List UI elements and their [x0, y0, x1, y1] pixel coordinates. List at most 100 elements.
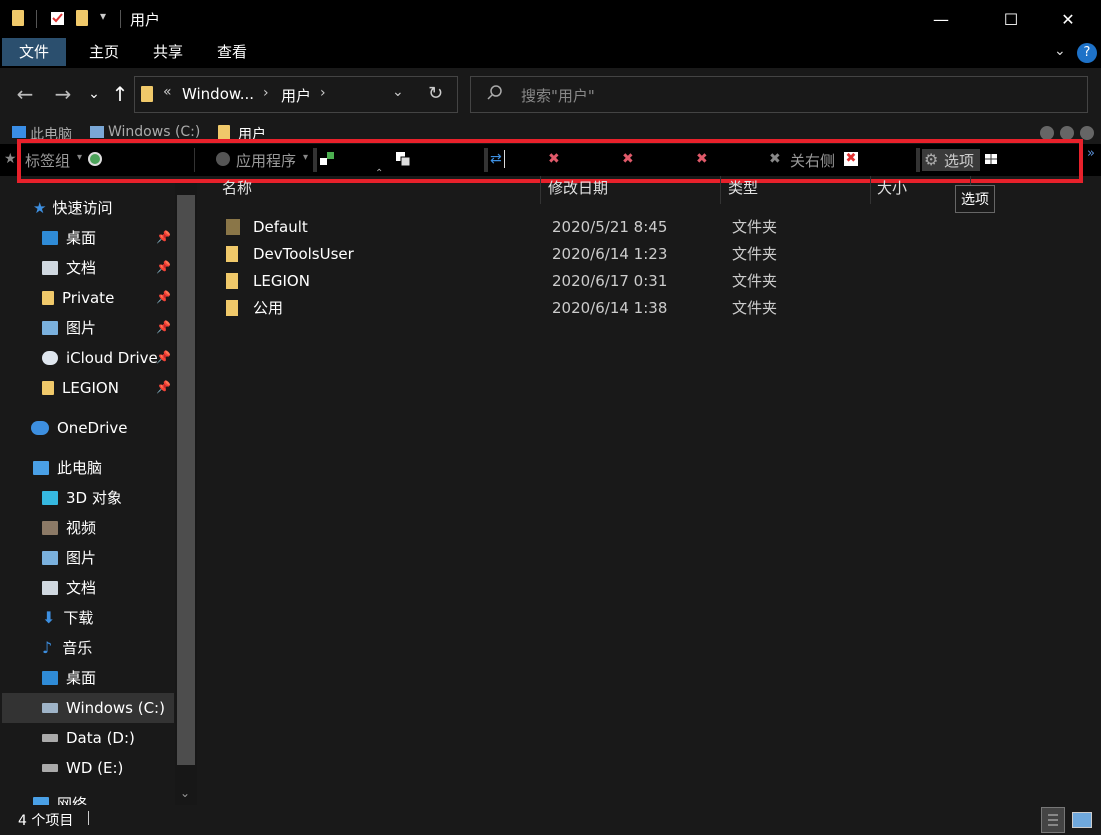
- pin-icon[interactable]: 📌: [156, 350, 171, 364]
- sidebar-item-icloud-drive[interactable]: iCloud Drive: [42, 343, 158, 373]
- breadcrumb-users[interactable]: 用户: [281, 85, 311, 106]
- sidebar-item-label: 视频: [66, 519, 97, 537]
- network-icon: [33, 797, 49, 805]
- address-dropdown-icon[interactable]: ⌄: [392, 84, 404, 100]
- refresh-icon[interactable]: ↻: [428, 83, 443, 104]
- column-date[interactable]: 修改日期: [548, 177, 608, 198]
- maximize-button[interactable]: ☐: [988, 0, 1034, 38]
- scrollbar-thumb[interactable]: [177, 195, 195, 765]
- details-view-icon[interactable]: [1041, 807, 1065, 833]
- table-row[interactable]: Default 2020/5/21 8:45 文件夹: [222, 214, 777, 241]
- item-count: 4 个项目: [18, 813, 74, 829]
- sidebar-item-wd-e[interactable]: WD (E:): [42, 753, 123, 783]
- sidebar-item-videos[interactable]: 视频: [42, 513, 96, 543]
- toolbar-overflow-button[interactable]: »: [1087, 146, 1095, 161]
- column-name[interactable]: 名称: [222, 177, 252, 198]
- folder-icon: [226, 219, 240, 235]
- status-bar: [0, 805, 1101, 835]
- divider: [120, 10, 121, 28]
- scroll-down-icon[interactable]: ⌄: [180, 786, 190, 800]
- column-separator[interactable]: [720, 176, 721, 204]
- pin-icon[interactable]: 📌: [156, 380, 171, 394]
- sidebar-item-data-d[interactable]: Data (D:): [42, 723, 135, 753]
- column-type[interactable]: 类型: [728, 177, 758, 198]
- scroll-left-icon[interactable]: [1040, 126, 1054, 140]
- sidebar-item-3d-objects[interactable]: 3D 对象: [42, 483, 122, 513]
- desktop-icon: [42, 231, 58, 245]
- tab-view[interactable]: 查看: [200, 38, 264, 66]
- folder-icon: [141, 86, 153, 102]
- column-separator[interactable]: [540, 176, 541, 204]
- file-type: 文件夹: [732, 272, 778, 290]
- quick-access-dropdown-icon[interactable]: ▾: [100, 9, 106, 23]
- navigation-pane: ★ 快速访问 桌面 📌 文档 📌 Private 📌 图片 📌 iCloud D…: [0, 183, 195, 805]
- properties-icon[interactable]: [50, 10, 64, 26]
- sidebar-item-documents-pc[interactable]: 文档: [42, 573, 96, 603]
- document-icon: [42, 261, 58, 275]
- tab-windows-c[interactable]: Windows (C:): [108, 124, 200, 140]
- pictures-icon: [42, 551, 58, 565]
- sidebar-item-pictures-pc[interactable]: 图片: [42, 543, 96, 573]
- sidebar-item-private[interactable]: Private: [42, 283, 114, 313]
- pin-icon[interactable]: 📌: [156, 230, 171, 244]
- scroll-right-icon[interactable]: [1060, 126, 1074, 140]
- large-icons-view-icon[interactable]: [1072, 812, 1092, 828]
- sidebar-item-music[interactable]: ♪ 音乐: [42, 633, 92, 663]
- back-arrow-icon[interactable]: ←: [11, 80, 39, 108]
- search-input[interactable]: 搜索"用户": [521, 85, 595, 106]
- close-tab-icon[interactable]: [1080, 126, 1094, 140]
- sidebar-item-windows-c[interactable]: Windows (C:): [42, 693, 165, 723]
- tab-file[interactable]: 文件: [2, 38, 67, 66]
- pin-icon[interactable]: 📌: [156, 320, 171, 334]
- table-row[interactable]: 公用 2020/6/14 1:38 文件夹: [222, 295, 777, 322]
- sidebar-item-label: 音乐: [62, 639, 93, 657]
- drive-icon: [42, 703, 58, 713]
- tab-share[interactable]: 共享: [136, 38, 200, 66]
- ribbon-expand-icon[interactable]: ⌄: [1054, 43, 1066, 59]
- sidebar-item-legion[interactable]: LEGION: [42, 373, 119, 403]
- star-icon[interactable]: ★: [4, 151, 17, 167]
- file-date: 2020/5/21 8:45: [552, 218, 668, 236]
- sidebar-item-this-pc[interactable]: 此电脑: [33, 453, 102, 483]
- new-folder-icon[interactable]: [76, 10, 90, 26]
- help-icon[interactable]: ?: [1077, 43, 1097, 63]
- sidebar-item-desktop-pc[interactable]: 桌面: [42, 663, 96, 693]
- pin-icon[interactable]: 📌: [156, 260, 171, 274]
- breadcrumb-windows[interactable]: Window...: [182, 85, 254, 103]
- chevron-right-icon[interactable]: ›: [320, 85, 326, 101]
- pictures-icon: [42, 321, 58, 335]
- sidebar-item-label: 图片: [66, 319, 97, 337]
- sidebar-item-label: 桌面: [66, 229, 97, 247]
- folder-icon: [12, 10, 26, 26]
- document-icon: [42, 581, 58, 595]
- divider: [88, 811, 89, 825]
- drive-icon: [42, 764, 58, 772]
- sidebar-item-onedrive[interactable]: OneDrive: [31, 413, 128, 443]
- sidebar-item-quick-access[interactable]: ★ 快速访问: [33, 193, 112, 223]
- drive-icon: [42, 734, 58, 742]
- this-pc-icon: [12, 126, 26, 138]
- chevron-right-icon[interactable]: ›: [263, 85, 269, 101]
- file-name: DevToolsUser: [253, 245, 354, 263]
- column-size[interactable]: 大小: [877, 177, 907, 198]
- minimize-button[interactable]: —: [918, 0, 964, 38]
- table-row[interactable]: LEGION 2020/6/17 0:31 文件夹: [222, 268, 777, 295]
- file-date: 2020/6/14 1:23: [552, 245, 668, 263]
- up-arrow-icon[interactable]: ↑: [106, 80, 134, 108]
- sidebar-item-network[interactable]: 网络: [33, 789, 87, 805]
- forward-arrow-icon[interactable]: →: [49, 80, 77, 108]
- sidebar-item-desktop[interactable]: 桌面: [42, 223, 96, 253]
- table-row[interactable]: DevToolsUser 2020/6/14 1:23 文件夹: [222, 241, 777, 268]
- tab-home[interactable]: 主页: [72, 38, 136, 66]
- search-icon: [486, 84, 504, 106]
- sidebar-item-pictures[interactable]: 图片: [42, 313, 96, 343]
- sidebar-item-downloads[interactable]: ⬇ 下载: [42, 603, 93, 633]
- recent-locations-icon[interactable]: ⌄: [80, 80, 108, 108]
- options-tooltip: 选项: [955, 185, 995, 213]
- sidebar-item-label: Data (D:): [66, 729, 135, 747]
- sidebar-item-documents[interactable]: 文档: [42, 253, 96, 283]
- pin-icon[interactable]: 📌: [156, 290, 171, 304]
- close-button[interactable]: ✕: [1045, 0, 1091, 38]
- sidebar-item-label: Private: [62, 289, 115, 307]
- column-separator[interactable]: [870, 176, 871, 204]
